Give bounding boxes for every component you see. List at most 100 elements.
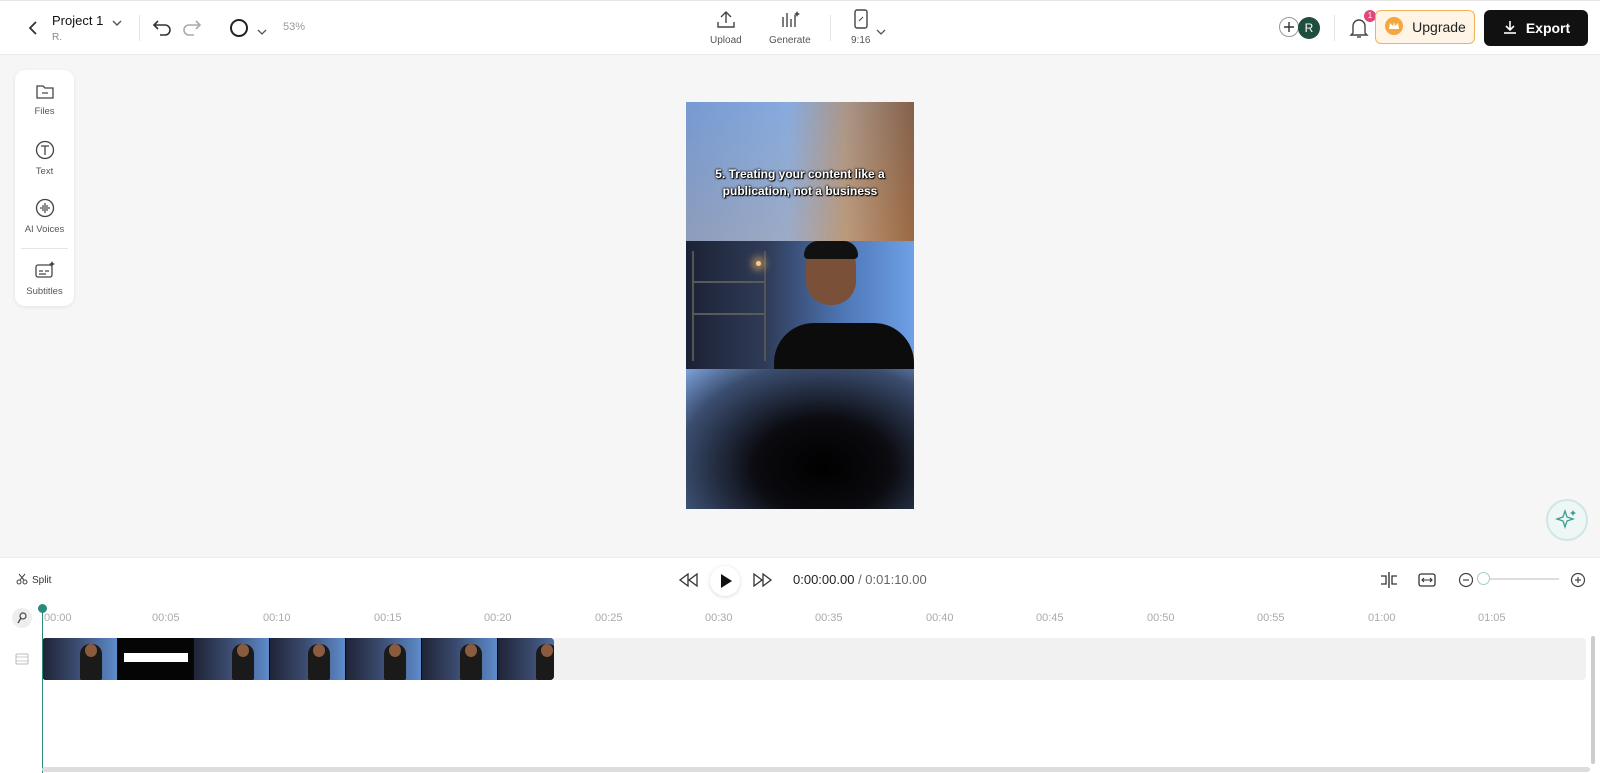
- zoom-in-icon[interactable]: [1570, 572, 1586, 593]
- zoom-chevron-down-icon[interactable]: [257, 23, 267, 41]
- upgrade-label: Upgrade: [1412, 19, 1466, 35]
- clip-thumbnail: [346, 638, 422, 680]
- folder-icon: [35, 82, 55, 103]
- sidebar-item-files[interactable]: Files: [15, 82, 74, 117]
- ruler-tick: 01:05: [1478, 612, 1506, 624]
- timecode: 0:00:00.00 / 0:01:10.00: [793, 572, 927, 587]
- export-label: Export: [1525, 20, 1571, 36]
- ruler-tick: 00:35: [815, 612, 843, 624]
- owner-name: R.: [52, 32, 62, 43]
- zoom-slider-handle[interactable]: [1477, 572, 1490, 585]
- preview-bottom-background: [686, 369, 914, 509]
- divider: [1334, 15, 1335, 41]
- ruler-tick: 00:20: [484, 612, 512, 624]
- timeline: 00:00 00:05 00:10 00:15 00:20 00:25 00:3…: [0, 602, 1600, 773]
- left-tool-panel: Files Text AI Voices Subtitles: [15, 70, 74, 306]
- ruler-tick: 00:00: [44, 612, 72, 624]
- preview-caption[interactable]: 5. Treating your content like a publicat…: [686, 166, 914, 200]
- play-icon: [721, 574, 732, 588]
- export-button[interactable]: Export: [1484, 10, 1588, 46]
- clip-thumbnail: [422, 638, 498, 680]
- plus-icon: [1284, 22, 1294, 32]
- magnet-snap-icon[interactable]: [12, 608, 32, 628]
- zoom-circle-icon[interactable]: [228, 17, 250, 44]
- top-bar: Project 1 R. 53% Upload Generate 9:16 R …: [0, 0, 1600, 55]
- sidebar-item-subtitles[interactable]: Subtitles: [15, 260, 74, 297]
- clip-thumbnail: [194, 638, 270, 680]
- split-button[interactable]: Split: [16, 573, 51, 588]
- generate-label: Generate: [769, 35, 811, 46]
- generate-tool[interactable]: Generate: [769, 9, 811, 46]
- zoom-out-icon[interactable]: [1458, 572, 1474, 593]
- project-name[interactable]: Project 1: [52, 13, 103, 28]
- upgrade-button[interactable]: Upgrade: [1375, 10, 1475, 44]
- ruler-tick: 00:45: [1036, 612, 1064, 624]
- sidebar-item-label: Subtitles: [26, 286, 63, 297]
- sidebar-item-label: Text: [35, 166, 54, 177]
- total-time: / 0:01:10.00: [854, 572, 927, 587]
- fast-forward-icon[interactable]: [752, 571, 774, 594]
- clip-thumbnail: [118, 638, 194, 680]
- video-track-icon: [15, 652, 29, 670]
- shelf-line: [692, 313, 764, 315]
- ai-assistant-button[interactable]: [1546, 499, 1588, 541]
- aspect-ratio-label: 9:16: [851, 35, 871, 46]
- video-preview[interactable]: 5. Treating your content like a publicat…: [686, 102, 914, 509]
- sidebar-item-ai-voices[interactable]: AI Voices: [15, 198, 74, 235]
- subtitles-icon: [34, 260, 56, 283]
- split-label: Split: [32, 575, 52, 586]
- horizontal-scrollbar[interactable]: [42, 767, 1590, 772]
- upload-label: Upload: [710, 35, 742, 46]
- zoom-percent: 53%: [283, 21, 306, 33]
- ruler-tick: 00:55: [1257, 612, 1285, 624]
- clip-thumbnail: [270, 638, 346, 680]
- text-icon: [35, 140, 55, 163]
- preview-video-frame: [686, 241, 914, 373]
- play-button[interactable]: [710, 566, 740, 596]
- split-center-icon[interactable]: [1379, 570, 1399, 595]
- divider: [139, 15, 140, 41]
- playhead-handle[interactable]: [38, 604, 47, 613]
- crown-icon: [1384, 16, 1404, 39]
- ruler-tick: 00:05: [152, 612, 180, 624]
- sparkle-icon: [1554, 508, 1576, 530]
- undo-icon[interactable]: [152, 18, 172, 41]
- current-time: 0:00:00.00: [793, 572, 855, 587]
- generate-icon: [779, 9, 801, 32]
- add-collaborator-button[interactable]: [1279, 17, 1299, 37]
- vertical-scrollbar[interactable]: [1591, 636, 1595, 764]
- back-arrow-icon[interactable]: [26, 20, 40, 36]
- person-shoulders: [774, 323, 914, 373]
- ruler-tick: 00:25: [595, 612, 623, 624]
- upload-tool[interactable]: Upload: [710, 9, 742, 46]
- ruler-tick: 01:00: [1368, 612, 1396, 624]
- fit-width-icon[interactable]: [1417, 570, 1437, 595]
- sidebar-item-label: Files: [34, 106, 55, 117]
- video-clip[interactable]: [42, 638, 554, 680]
- redo-icon[interactable]: [182, 18, 202, 41]
- scissors-icon: [16, 573, 28, 588]
- voice-wave-icon: [35, 198, 55, 221]
- sidebar-item-label: AI Voices: [24, 224, 65, 235]
- chevron-down-icon[interactable]: [111, 15, 123, 33]
- aspect-ratio-tool[interactable]: 9:16: [851, 9, 870, 46]
- sidebar-item-text[interactable]: Text: [15, 140, 74, 177]
- rewind-icon[interactable]: [677, 571, 699, 594]
- ruler-tick: 00:30: [705, 612, 733, 624]
- download-icon: [1502, 19, 1518, 38]
- avatar[interactable]: R: [1298, 17, 1320, 39]
- phone-icon: [852, 9, 870, 32]
- ruler-tick: 00:10: [263, 612, 291, 624]
- divider: [830, 15, 831, 41]
- playhead[interactable]: [42, 604, 43, 773]
- upload-icon: [715, 9, 737, 32]
- aspect-chevron-down-icon[interactable]: [876, 23, 886, 41]
- playback-controls-bar: Split 0:00:00.00 / 0:01:10.00: [0, 557, 1600, 604]
- clip-thumbnail: [42, 638, 118, 680]
- divider: [21, 248, 68, 249]
- person-hair: [804, 241, 858, 259]
- ruler-tick: 00:50: [1147, 612, 1175, 624]
- shelf-line: [692, 281, 764, 283]
- clip-thumbnail: [498, 638, 554, 680]
- lamp-glow: [756, 261, 761, 266]
